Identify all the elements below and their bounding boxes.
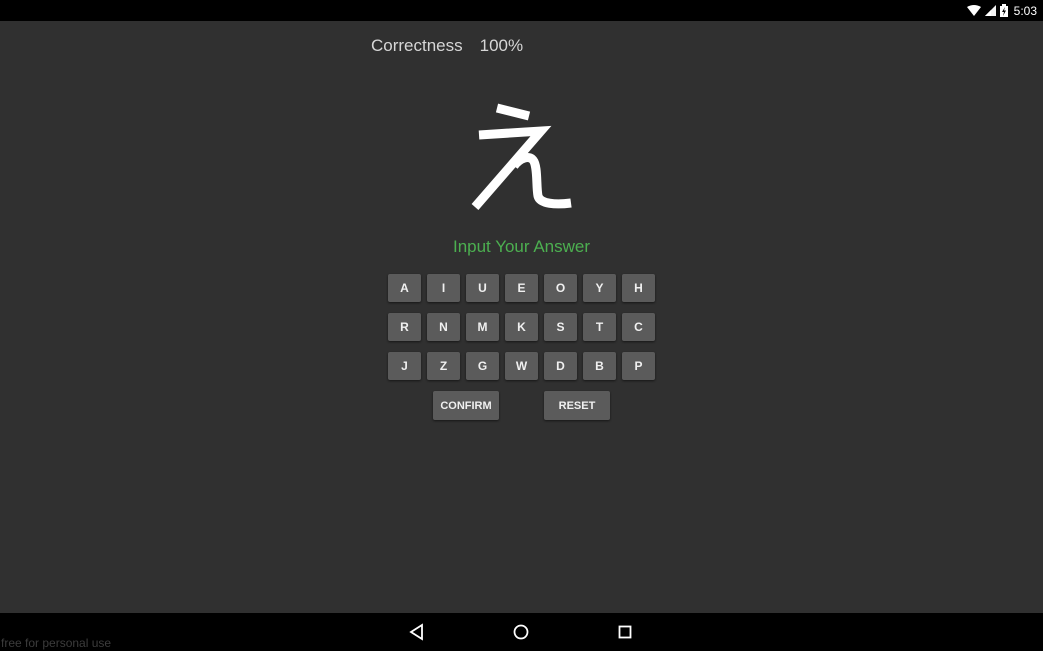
key-g[interactable]: G [466,352,499,380]
navigation-bar [0,613,1043,651]
correctness-display: Correctness 100% [371,36,523,56]
wifi-icon [966,4,981,17]
key-d[interactable]: D [544,352,577,380]
key-c[interactable]: C [622,313,655,341]
confirm-button[interactable]: CONFIRM [433,391,499,420]
key-p[interactable]: P [622,352,655,380]
status-icons: 5:03 [966,2,1037,19]
key-e[interactable]: E [505,274,538,302]
kana-character [466,96,581,214]
key-h[interactable]: H [622,274,655,302]
correctness-value: 100% [479,36,524,55]
key-o[interactable]: O [544,274,577,302]
key-n[interactable]: N [427,313,460,341]
key-m[interactable]: M [466,313,499,341]
back-icon[interactable] [408,623,426,641]
key-k[interactable]: K [505,313,538,341]
key-y[interactable]: Y [583,274,616,302]
recents-icon[interactable] [616,623,634,641]
battery-charging-icon [999,4,1008,17]
key-b[interactable]: B [583,352,616,380]
clock-time: 5:03 [1013,3,1037,18]
key-a[interactable]: A [388,274,421,302]
app-screen: 5:03 Correctness 100% Input Your Answer A… [0,0,1043,651]
key-u[interactable]: U [466,274,499,302]
cell-signal-icon [984,5,996,16]
key-j[interactable]: J [388,352,421,380]
answer-prompt: Input Your Answer [452,237,591,256]
key-i[interactable]: I [427,274,460,302]
key-t[interactable]: T [583,313,616,341]
key-z[interactable]: Z [427,352,460,380]
correctness-label: Correctness [371,36,463,55]
home-icon[interactable] [512,623,530,641]
key-s[interactable]: S [544,313,577,341]
status-bar: 5:03 [0,0,1043,21]
reset-button[interactable]: RESET [544,391,610,420]
key-r[interactable]: R [388,313,421,341]
watermark-text: free for personal use [1,636,112,650]
key-w[interactable]: W [505,352,538,380]
